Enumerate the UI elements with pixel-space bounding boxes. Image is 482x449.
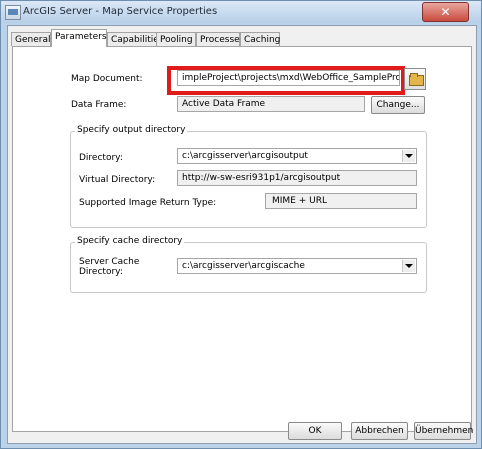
image-return-type-label: Supported Image Return Type: (79, 198, 217, 208)
virtual-directory-field: http://w-sw-esri931p1/arcgisoutput (177, 170, 417, 186)
tab-parameters[interactable]: Parameters (51, 29, 107, 47)
server-cache-value: c:\arcgisserver\arcgiscache (182, 261, 305, 271)
directory-label: Directory: (79, 153, 123, 163)
title-bar[interactable]: ArcGIS Server - Map Service Properties ✕ (1, 1, 481, 23)
cache-group-title: Specify cache directory (75, 236, 185, 246)
window-title: ArcGIS Server - Map Service Properties (23, 6, 218, 17)
highlight-box (167, 66, 405, 95)
server-cache-combo[interactable]: c:\arcgisserver\arcgiscache (177, 258, 417, 274)
directory-combo[interactable]: c:\arcgisserver\arcgisoutput (177, 148, 417, 164)
folder-icon (409, 73, 424, 86)
server-cache-label-line2: Directory: (79, 267, 123, 277)
app-icon (5, 5, 21, 20)
dialog-window: ArcGIS Server - Map Service Properties ✕… (0, 0, 482, 449)
map-document-label: Map Document: (71, 74, 143, 84)
tab-processes[interactable]: Processes (196, 32, 244, 46)
server-cache-label-line1: Server Cache (79, 257, 140, 267)
cancel-button[interactable]: Abbrechen (351, 422, 408, 440)
data-frame-field: Active Data Frame (177, 96, 365, 112)
chevron-down-icon[interactable] (402, 150, 415, 162)
tab-general[interactable]: General (11, 32, 51, 46)
virtual-directory-label: Virtual Directory: (79, 175, 156, 185)
close-button[interactable]: ✕ (422, 2, 469, 22)
tab-pooling[interactable]: Pooling (156, 32, 196, 46)
change-button[interactable]: Change... (371, 96, 425, 114)
directory-value: c:\arcgisserver\arcgisoutput (182, 151, 308, 161)
tab-caching[interactable]: Caching (240, 32, 280, 46)
data-frame-label: Data Frame: (71, 100, 127, 110)
ok-button[interactable]: OK (288, 422, 342, 440)
image-return-type-field: MIME + URL (265, 193, 417, 209)
apply-button[interactable]: Übernehmen (414, 422, 473, 440)
browse-button[interactable] (404, 68, 426, 90)
chevron-down-icon[interactable] (402, 260, 415, 272)
output-group-title: Specify output directory (75, 125, 188, 135)
